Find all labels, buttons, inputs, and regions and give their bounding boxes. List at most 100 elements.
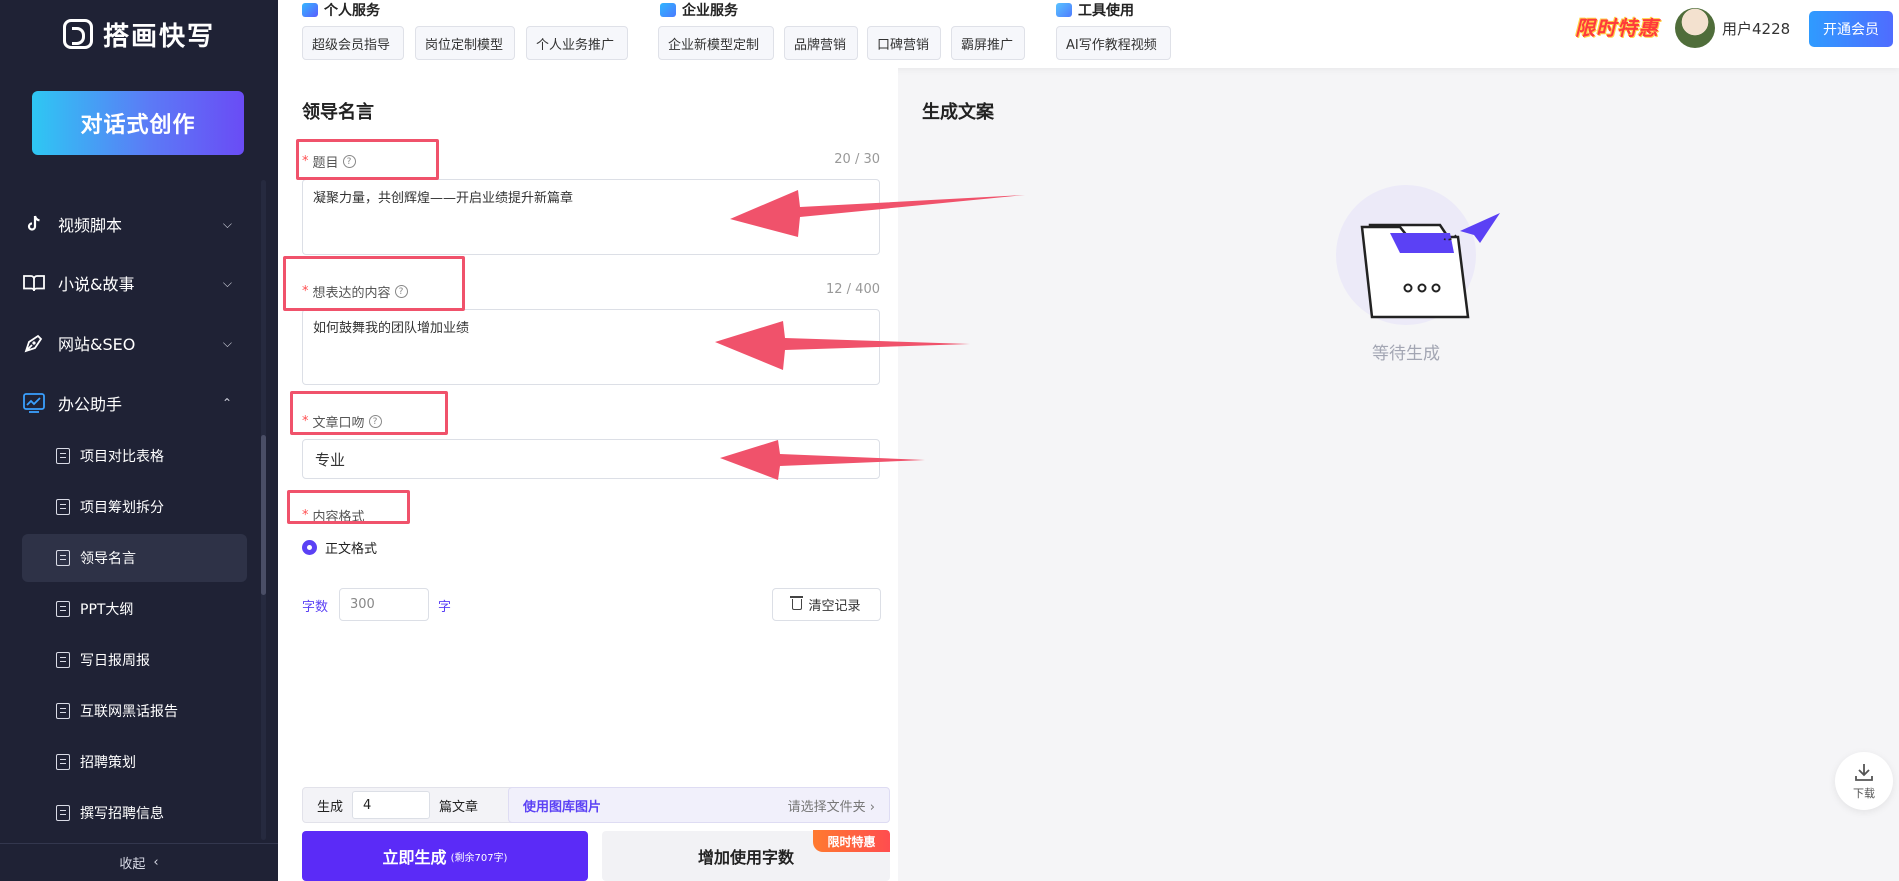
sidebar-section-label: 网站&SEO — [58, 335, 136, 354]
annotation-box-format — [287, 490, 410, 524]
annotation-arrow-tone — [720, 440, 925, 480]
sidebar-item-project-compare-table[interactable]: 项目对比表格 — [22, 432, 247, 480]
group-tool-usage: 工具使用 — [1056, 0, 1134, 20]
radio-selected-icon — [302, 540, 317, 555]
generate-count-unit: 篇文章 — [439, 799, 479, 815]
content-counter: 12 / 400 — [826, 282, 880, 297]
gallery-select[interactable]: 使用图库图片 请选择文件夹 › — [508, 787, 890, 823]
sidebar-section-label: 视频脚本 — [58, 216, 123, 235]
chevron-up-icon: ⌃ — [221, 396, 232, 410]
group-title: 个人服务 — [324, 3, 380, 19]
page-title: 领导名言 — [302, 102, 374, 123]
output-title: 生成文案 — [922, 102, 994, 123]
download-icon — [1855, 763, 1873, 781]
sidebar-item-recruitment-planning[interactable]: 招聘策划 — [22, 738, 247, 786]
group-title: 企业服务 — [682, 3, 738, 19]
sidebar-item-label: 写日报周报 — [80, 653, 150, 669]
annotation-box-content — [283, 256, 465, 311]
generate-count-input[interactable]: 4 — [352, 791, 431, 819]
word-count-unit: 字 — [438, 600, 452, 615]
sidebar-section-novel-story[interactable]: 小说&故事 ⌵ — [22, 263, 242, 303]
annotation-box-topic — [296, 139, 439, 180]
chevron-down-icon: ⌵ — [222, 216, 232, 231]
app-logo[interactable]: 搭画快写 — [0, 0, 278, 68]
word-count-label: 字数 — [302, 600, 329, 615]
sidebar-item-ppt-outline[interactable]: PPT大纲 — [22, 585, 247, 633]
download-label: 下载 — [1853, 786, 1875, 800]
chart-icon — [22, 391, 46, 415]
trash-icon — [790, 596, 804, 610]
sidebar-item-leader-quotes[interactable]: 领导名言 — [22, 534, 247, 582]
sidebar-scrollbar[interactable] — [261, 435, 266, 595]
sidebar-section-office-assistant[interactable]: 办公助手 ⌃ — [22, 383, 242, 423]
tools-icon — [1056, 3, 1072, 17]
radio-label: 正文格式 — [325, 542, 378, 557]
tag-word-of-mouth[interactable]: 口碑营销 — [867, 26, 941, 60]
tag-position-model[interactable]: 岗位定制模型 — [415, 26, 515, 60]
tag-screen-promotion[interactable]: 霸屏推广 — [951, 26, 1025, 60]
sidebar-item-label: 撰写招聘信息 — [80, 806, 164, 822]
sidebar-section-label: 小说&故事 — [58, 275, 135, 294]
clear-label: 清空记录 — [808, 599, 861, 614]
gallery-folder-select[interactable]: 请选择文件夹 › — [788, 796, 875, 815]
word-count-input[interactable]: 300 — [339, 588, 429, 621]
sidebar-item-label: 互联网黑话报告 — [80, 704, 178, 720]
sidebar-item-label: PPT大纲 — [80, 602, 134, 618]
app-name: 搭画快写 — [102, 21, 215, 52]
username[interactable]: 用户4228 — [1722, 18, 1790, 39]
sidebar-section-website-seo[interactable]: 网站&SEO ⌵ — [22, 323, 242, 363]
format-radio-body[interactable]: 正文格式 — [302, 538, 377, 557]
tiktok-icon — [22, 212, 46, 236]
sidebar-item-daily-weekly-report[interactable]: 写日报周报 — [22, 636, 247, 684]
document-icon — [56, 550, 70, 566]
collapse-label: 收起 — [119, 857, 146, 872]
avatar[interactable] — [1675, 8, 1715, 48]
generate-count-label: 生成 — [317, 799, 344, 815]
document-icon — [56, 601, 70, 617]
pen-icon — [22, 331, 46, 355]
sidebar-item-label: 项目对比表格 — [80, 449, 164, 465]
document-icon — [56, 652, 70, 668]
collapse-sidebar-button[interactable]: 收起 ‹ — [0, 843, 278, 881]
annotation-box-tone — [290, 391, 448, 435]
tag-ai-tutorial-video[interactable]: AI写作教程视频 — [1056, 26, 1171, 60]
remaining-words: (剩余707字) — [450, 852, 508, 864]
document-icon — [56, 499, 70, 515]
sidebar-item-internet-jargon-report[interactable]: 互联网黑话报告 — [22, 687, 247, 735]
annotation-arrow-content — [715, 321, 970, 370]
open-vip-button[interactable]: 开通会员 — [1809, 11, 1893, 47]
conversational-create-button[interactable]: 对话式创作 — [32, 91, 244, 155]
download-button[interactable]: 下载 — [1835, 752, 1893, 810]
sidebar-item-project-planning[interactable]: 项目筹划拆分 — [22, 483, 247, 531]
clear-history-button[interactable]: 清空记录 — [772, 588, 881, 621]
annotation-arrow-topic — [730, 190, 1025, 237]
sidebar-item-label: 项目筹划拆分 — [80, 500, 164, 516]
generate-count-row: 生成 4 篇文章 — [302, 787, 538, 823]
gallery-select-text: 请选择文件夹 — [787, 799, 866, 815]
tag-enterprise-model[interactable]: 企业新模型定制 — [658, 26, 774, 60]
top-bar: 个人服务 超级会员指导 岗位定制模型 个人业务推广 企业服务 企业新模型定制 品… — [278, 0, 1899, 68]
sidebar-item-job-posting[interactable]: 撰写招聘信息 — [22, 789, 247, 837]
tag-brand-marketing[interactable]: 品牌营销 — [784, 26, 858, 60]
group-enterprise-services: 企业服务 — [660, 0, 738, 20]
logo-icon — [62, 19, 93, 49]
tag-super-member-guide[interactable]: 超级会员指导 — [302, 26, 404, 60]
topic-counter: 20 / 30 — [834, 152, 880, 167]
empty-folder-illustration — [1336, 185, 1500, 325]
generate-label: 立即生成 — [382, 848, 447, 867]
chevron-down-icon: ⌵ — [222, 275, 232, 290]
sidebar-item-label: 领导名言 — [80, 551, 136, 567]
gallery-label: 使用图库图片 — [523, 799, 602, 815]
group-personal-services: 个人服务 — [302, 0, 380, 20]
book-icon — [22, 271, 46, 295]
document-icon — [56, 754, 70, 770]
sidebar: 搭画快写 对话式创作 视频脚本 ⌵ 小说&故事 ⌵ 网站&SEO ⌵ 办公助手 … — [0, 0, 278, 881]
generate-now-button[interactable]: 立即生成 (剩余707字) — [302, 831, 588, 881]
document-icon — [56, 448, 70, 464]
sidebar-item-label: 招聘策划 — [80, 755, 136, 771]
promo-badge[interactable]: 限时特惠 — [1575, 12, 1661, 44]
stack-icon — [660, 3, 676, 17]
chevron-left-icon: ‹ — [153, 855, 159, 870]
sidebar-section-video-script[interactable]: 视频脚本 ⌵ — [22, 204, 242, 244]
tag-personal-promotion[interactable]: 个人业务推广 — [526, 26, 628, 60]
